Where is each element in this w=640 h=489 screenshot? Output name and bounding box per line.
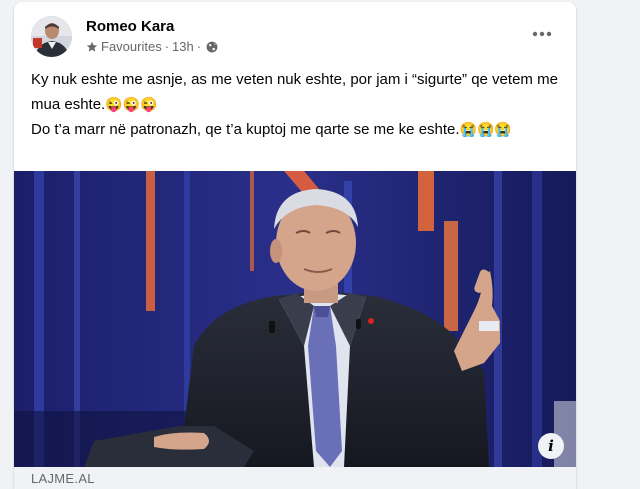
post-time[interactable]: 13h: [172, 39, 194, 54]
globe-icon[interactable]: [206, 41, 218, 53]
post-image[interactable]: i: [14, 171, 576, 467]
post-text-line-2: Do t’a marr në patronazh, qe t’a kuptoj …: [31, 117, 566, 142]
winking-tongue-emoji: 😜😜😜: [105, 96, 158, 112]
info-button[interactable]: i: [538, 433, 564, 459]
post-text-line-1: Ky nuk eshte me asnje, as me veten nuk e…: [31, 68, 566, 117]
link-preview-bar[interactable]: [14, 467, 576, 489]
post-text: Ky nuk eshte me asnje, as me veten nuk e…: [31, 68, 566, 142]
more-options-icon: [532, 31, 552, 37]
meta-separator: ·: [164, 39, 170, 54]
post-photo: [14, 171, 576, 467]
avatar[interactable]: [31, 16, 72, 57]
post-header: Romeo Kara Favourites · 13h ·: [14, 2, 576, 64]
meta-separator-2: ·: [196, 39, 202, 54]
post-text-line-2-content: Do t’a marr në patronazh, qe t’a kuptoj …: [31, 121, 460, 138]
post-meta: Favourites · 13h ·: [86, 39, 218, 54]
star-icon: [86, 41, 98, 53]
author-name[interactable]: Romeo Kara: [86, 18, 174, 35]
post-card: Romeo Kara Favourites · 13h · Ky nuk esh…: [14, 2, 576, 489]
link-domain[interactable]: LAJME.AL: [31, 471, 95, 486]
info-icon: i: [548, 437, 554, 455]
crying-face-emoji: 😭😭😭: [459, 121, 512, 137]
audience-label[interactable]: Favourites: [101, 39, 162, 54]
more-options-button[interactable]: [524, 22, 560, 46]
